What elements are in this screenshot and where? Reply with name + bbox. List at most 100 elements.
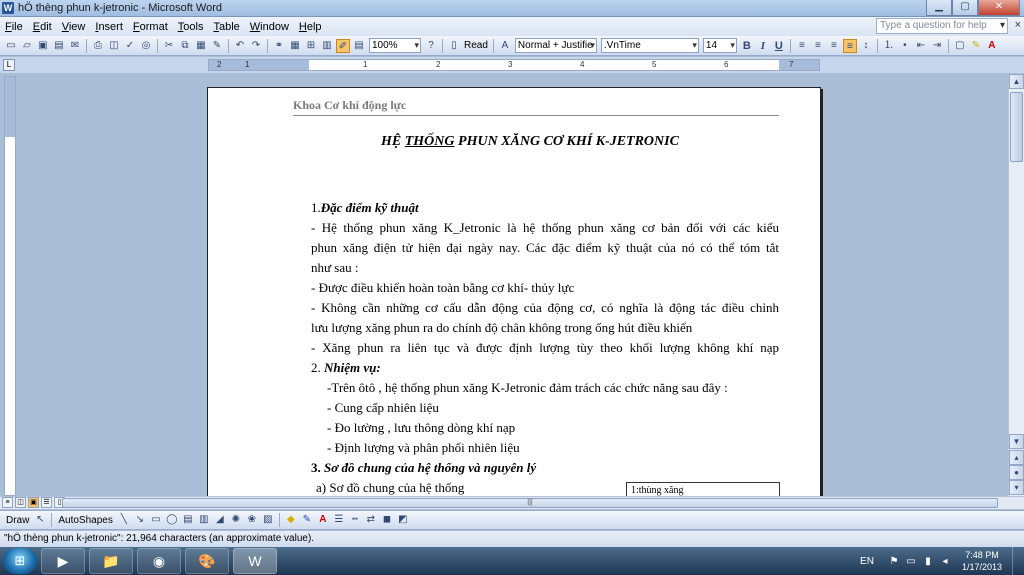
drawing-icon[interactable]: ✐	[336, 38, 350, 53]
draw-menu-button[interactable]: Draw	[3, 515, 32, 526]
menu-view[interactable]: View	[57, 21, 91, 33]
arrow-icon[interactable]: ↘	[133, 513, 147, 527]
menu-file[interactable]: File	[0, 21, 28, 33]
text-box[interactable]: 1:thùng xăng	[626, 482, 780, 496]
arrow-style-icon[interactable]: ⇄	[364, 513, 378, 527]
justify-icon[interactable]: ≡	[842, 38, 857, 53]
redo-icon[interactable]: ↷	[249, 39, 263, 53]
underline-button[interactable]: U	[772, 39, 786, 53]
clock[interactable]: 7:48 PM 1/17/2013	[962, 549, 1002, 573]
flag-icon[interactable]: ⚑	[888, 556, 900, 567]
start-button[interactable]: ⊞	[3, 548, 37, 574]
tables-borders-icon[interactable]: ▦	[288, 39, 302, 53]
wordart-icon[interactable]: ◢	[213, 513, 227, 527]
help-search-input[interactable]: Type a question for help	[876, 18, 1008, 34]
menu-table[interactable]: Table	[208, 21, 244, 33]
hyperlink-icon[interactable]: ⚭	[272, 39, 286, 53]
word-app-icon[interactable]: W	[2, 2, 14, 14]
save-icon[interactable]: ▣	[36, 39, 50, 53]
line-spacing-icon[interactable]: ↕	[859, 39, 873, 53]
format-painter-icon[interactable]: ✎	[210, 39, 224, 53]
clip-art-icon[interactable]: ❀	[245, 513, 259, 527]
new-document-icon[interactable]: ▭	[4, 39, 18, 53]
scroll-down-icon[interactable]: ▼	[1009, 434, 1024, 449]
read-button[interactable]: Read	[462, 40, 490, 51]
menu-tools[interactable]: Tools	[173, 21, 209, 33]
document-close-icon[interactable]: ×	[1015, 19, 1021, 31]
close-button[interactable]: ✕	[978, 0, 1020, 16]
email-icon[interactable]: ✉	[68, 39, 82, 53]
3d-style-icon[interactable]: ◩	[396, 513, 410, 527]
align-center-icon[interactable]: ≡	[811, 39, 825, 53]
paint-icon[interactable]: 🎨	[185, 548, 229, 574]
document-page[interactable]: Khoa Cơ khí động lực HỆ THỐNG PHUN XĂNG …	[207, 87, 821, 496]
previous-page-icon[interactable]: ▴	[1009, 450, 1024, 465]
web-layout-icon[interactable]: ◫	[15, 497, 26, 508]
style-select[interactable]: Normal + Justifie	[514, 38, 597, 53]
print-layout-icon[interactable]: ▣	[28, 497, 39, 508]
tab-selector-icon[interactable]: L	[3, 59, 15, 71]
shadow-style-icon[interactable]: ◼	[380, 513, 394, 527]
border-icon[interactable]: ▢	[953, 39, 967, 53]
font-select[interactable]: .VnTime	[600, 38, 699, 53]
bold-button[interactable]: B	[740, 39, 754, 53]
bullets-icon[interactable]: •	[898, 39, 912, 53]
font-size-select[interactable]: 14	[702, 38, 737, 53]
font-color-icon[interactable]: A	[985, 39, 999, 53]
research-icon[interactable]: ◎	[139, 39, 153, 53]
menu-help[interactable]: Help	[294, 21, 327, 33]
copy-icon[interactable]: ⧉	[178, 39, 192, 53]
dash-style-icon[interactable]: ┅	[348, 513, 362, 527]
columns-icon[interactable]: ▥	[320, 39, 334, 53]
oval-icon[interactable]: ◯	[165, 513, 179, 527]
highlight-icon[interactable]: ✎	[969, 39, 983, 53]
autoshapes-menu-button[interactable]: AutoShapes	[55, 515, 116, 526]
horizontal-ruler[interactable]: 1 2 1 2 3 4 5 6 7	[208, 59, 820, 71]
rectangle-icon[interactable]: ▭	[149, 513, 163, 527]
monitor-icon[interactable]: ▭	[905, 556, 917, 567]
vertical-scroll-thumb[interactable]	[1010, 92, 1023, 162]
scroll-up-icon[interactable]: ▲	[1009, 74, 1024, 89]
increase-indent-icon[interactable]: ⇥	[930, 39, 944, 53]
font-color-draw-icon[interactable]: A	[316, 513, 330, 527]
spelling-icon[interactable]: ✓	[123, 39, 137, 53]
align-left-icon[interactable]: ≡	[795, 39, 809, 53]
permission-icon[interactable]: ▤	[52, 39, 66, 53]
horizontal-scroll-thumb[interactable]: |||	[62, 498, 998, 508]
print-icon[interactable]: ⎙	[91, 39, 105, 53]
outline-view-icon[interactable]: ☰	[41, 497, 52, 508]
word-task-icon[interactable]: W	[233, 548, 277, 574]
show-desktop-button[interactable]	[1012, 547, 1024, 575]
fill-color-icon[interactable]: ◆	[284, 513, 298, 527]
line-color-icon[interactable]: ✎	[300, 513, 314, 527]
explorer-folder-icon[interactable]: 📁	[89, 548, 133, 574]
print-preview-icon[interactable]: ◫	[107, 39, 121, 53]
volume-icon[interactable]: ◂	[939, 556, 951, 567]
line-style-icon[interactable]: ☰	[332, 513, 346, 527]
language-indicator[interactable]: EN	[860, 556, 874, 567]
normal-view-icon[interactable]: ≡	[2, 497, 13, 508]
media-player-icon[interactable]: ▶	[41, 548, 85, 574]
menu-format[interactable]: Format	[128, 21, 173, 33]
select-objects-icon[interactable]: ↖	[33, 513, 47, 527]
cut-icon[interactable]: ✂	[162, 39, 176, 53]
styles-formatting-icon[interactable]: A	[498, 39, 512, 53]
read-icon[interactable]: ▯	[447, 39, 461, 53]
undo-icon[interactable]: ↶	[233, 39, 247, 53]
paste-icon[interactable]: ▦	[194, 39, 208, 53]
menu-insert[interactable]: Insert	[90, 21, 128, 33]
minimize-button[interactable]: ▁	[926, 0, 952, 16]
vertical-ruler[interactable]	[4, 76, 16, 496]
diagram-icon[interactable]: ✺	[229, 513, 243, 527]
vertical-text-box-icon[interactable]: ▥	[197, 513, 211, 527]
network-icon[interactable]: ▮	[922, 556, 934, 567]
zoom-select[interactable]: 100%	[369, 38, 421, 53]
insert-table-icon[interactable]: ⊞	[304, 39, 318, 53]
chrome-icon[interactable]: ◉	[137, 548, 181, 574]
maximize-button[interactable]: ▢	[952, 0, 978, 16]
picture-icon[interactable]: ▨	[261, 513, 275, 527]
menu-window[interactable]: Window	[245, 21, 294, 33]
numbering-icon[interactable]: ⒈	[882, 39, 896, 53]
decrease-indent-icon[interactable]: ⇤	[914, 39, 928, 53]
browse-object-icon[interactable]: ●	[1009, 465, 1024, 480]
